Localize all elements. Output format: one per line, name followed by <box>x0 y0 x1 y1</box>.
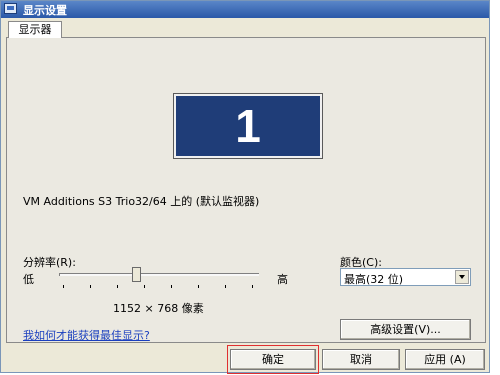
cancel-button[interactable]: 取消 <box>322 349 400 370</box>
slider-tick <box>144 285 145 288</box>
slider-tick <box>198 285 199 288</box>
slider-tick <box>117 285 118 288</box>
tab-monitor[interactable]: 显示器 <box>8 21 62 38</box>
resolution-slider-track[interactable] <box>59 273 259 276</box>
slider-tick <box>171 285 172 288</box>
resolution-label: 分辨率(R): <box>23 256 76 269</box>
slider-tick <box>90 285 91 288</box>
window-title: 显示设置 <box>23 4 67 17</box>
monitor-panel <box>6 37 486 343</box>
resolution-high-label: 高 <box>277 273 288 286</box>
monitor-icon <box>4 3 17 14</box>
help-link[interactable]: 我如何才能获得最佳显示? <box>23 327 150 343</box>
title-bar[interactable]: 显示设置 <box>1 1 489 18</box>
monitor-number: 1 <box>176 96 320 156</box>
resolution-low-label: 低 <box>23 273 34 286</box>
monitor-preview[interactable]: 1 <box>173 93 323 159</box>
color-quality-value: 最高(32 位) <box>344 273 404 286</box>
slider-tick <box>63 285 64 288</box>
advanced-settings-button[interactable]: 高级设置(V)... <box>340 319 471 340</box>
color-quality-select[interactable]: 最高(32 位) <box>340 268 471 286</box>
slider-tick <box>252 285 253 288</box>
resolution-value: 1152 × 768 像素 <box>113 302 204 315</box>
device-label: VM Additions S3 Trio32/64 上的 (默认监视器) <box>23 195 260 208</box>
display-settings-dialog: 显示设置 显示器 1 VM Additions S3 Trio32/64 上的 … <box>0 0 490 374</box>
chevron-down-icon[interactable] <box>455 270 469 284</box>
resolution-slider-thumb[interactable] <box>132 267 141 282</box>
background-strip <box>490 0 500 375</box>
slider-tick <box>225 285 226 288</box>
apply-button[interactable]: 应用 (A) <box>405 349 485 370</box>
ok-button-highlight <box>227 345 319 374</box>
